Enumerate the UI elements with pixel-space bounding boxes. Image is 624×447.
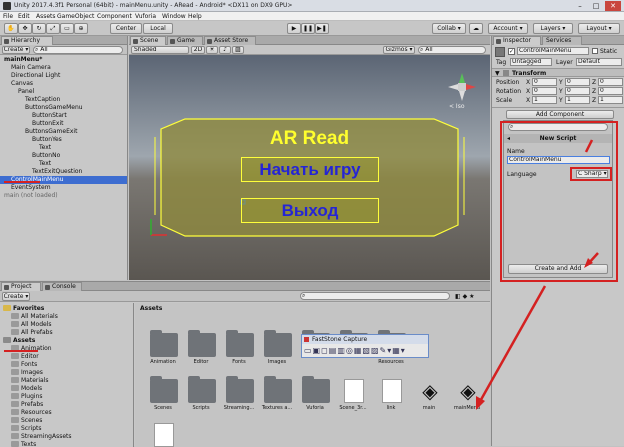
annotation-arrows [476,139,599,410]
